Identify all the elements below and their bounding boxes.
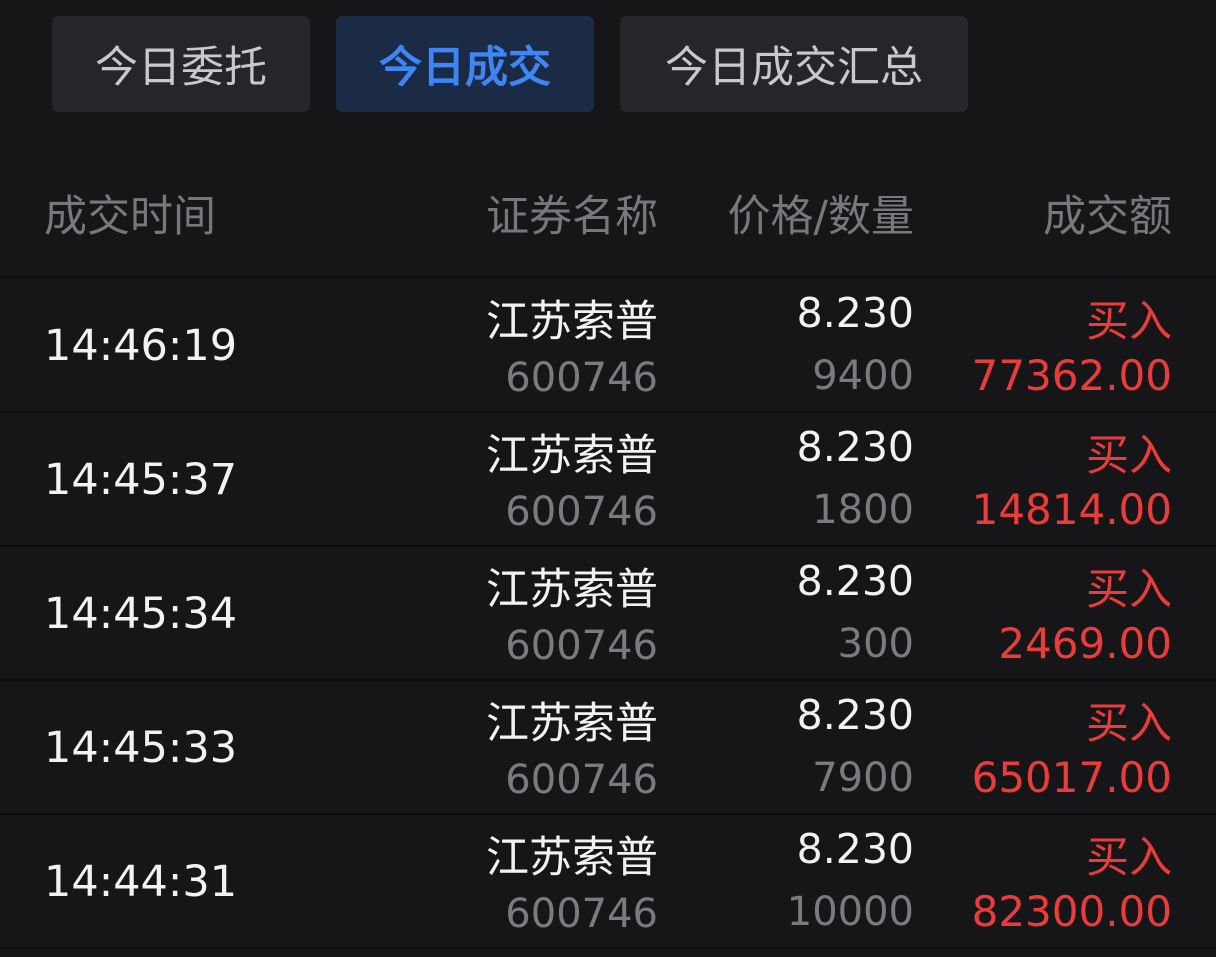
security-name: 江苏索普 — [486, 431, 658, 481]
table-row[interactable]: 14:44:31 江苏索普 600746 8.230 10000 买入 8230… — [0, 815, 1216, 947]
trade-price: 8.230 — [796, 557, 914, 605]
trade-amount: 65017.00 — [971, 753, 1172, 802]
trade-quantity: 1800 — [812, 487, 914, 533]
trade-quantity: 10000 — [786, 889, 914, 935]
table-row[interactable]: 14:45:34 江苏索普 600746 8.230 300 买入 2469.0… — [0, 547, 1216, 679]
trade-time: 14:46:19 — [44, 321, 238, 371]
trade-side: 买入 — [1086, 699, 1172, 749]
trade-side: 买入 — [1086, 833, 1172, 883]
tab-today-trades-summary[interactable]: 今日成交汇总 — [620, 16, 968, 112]
security-code: 600746 — [505, 355, 658, 401]
trade-time: 14:45:33 — [44, 723, 238, 773]
security-name: 江苏索普 — [486, 699, 658, 749]
table-row[interactable]: 14:45:33 江苏索普 600746 8.230 7900 买入 65017… — [0, 681, 1216, 813]
trade-quantity: 300 — [837, 621, 914, 667]
trade-side: 买入 — [1086, 297, 1172, 347]
column-header-time: 成交时间 — [44, 192, 216, 242]
row-divider — [0, 947, 1216, 949]
trade-side: 买入 — [1086, 565, 1172, 615]
table-header: 成交时间 证券名称 价格/数量 成交额 — [0, 172, 1216, 248]
security-code: 600746 — [505, 623, 658, 669]
trade-amount: 14814.00 — [971, 485, 1172, 534]
trade-quantity: 9400 — [812, 353, 914, 399]
trade-quantity: 7900 — [812, 755, 914, 801]
trade-amount: 77362.00 — [971, 351, 1172, 400]
security-name: 江苏索普 — [486, 833, 658, 883]
trade-price: 8.230 — [796, 825, 914, 873]
trade-records-page: 今日委托 今日成交 今日成交汇总 成交时间 证券名称 价格/数量 成交额 14:… — [0, 0, 1216, 957]
trade-amount: 82300.00 — [971, 887, 1172, 936]
trade-time: 14:44:31 — [44, 857, 238, 907]
tab-today-trades[interactable]: 今日成交 — [336, 16, 594, 112]
trade-time: 14:45:37 — [44, 455, 238, 505]
column-header-price-quantity: 价格/数量 — [727, 192, 915, 242]
column-header-name: 证券名称 — [486, 192, 658, 242]
security-name: 江苏索普 — [486, 297, 658, 347]
trade-time: 14:45:34 — [44, 589, 238, 639]
trade-side: 买入 — [1086, 431, 1172, 481]
column-header-amount: 成交额 — [1043, 192, 1172, 242]
table-row[interactable]: 14:46:19 江苏索普 600746 8.230 9400 买入 77362… — [0, 279, 1216, 411]
table-row[interactable]: 14:45:37 江苏索普 600746 8.230 1800 买入 14814… — [0, 413, 1216, 545]
trade-price: 8.230 — [796, 289, 914, 337]
tab-today-orders[interactable]: 今日委托 — [52, 16, 310, 112]
security-code: 600746 — [505, 757, 658, 803]
security-code: 600746 — [505, 891, 658, 937]
trade-price: 8.230 — [796, 423, 914, 471]
trade-price: 8.230 — [796, 691, 914, 739]
security-code: 600746 — [505, 489, 658, 535]
trade-amount: 2469.00 — [998, 619, 1172, 668]
security-name: 江苏索普 — [486, 565, 658, 615]
header-divider — [0, 276, 1216, 278]
